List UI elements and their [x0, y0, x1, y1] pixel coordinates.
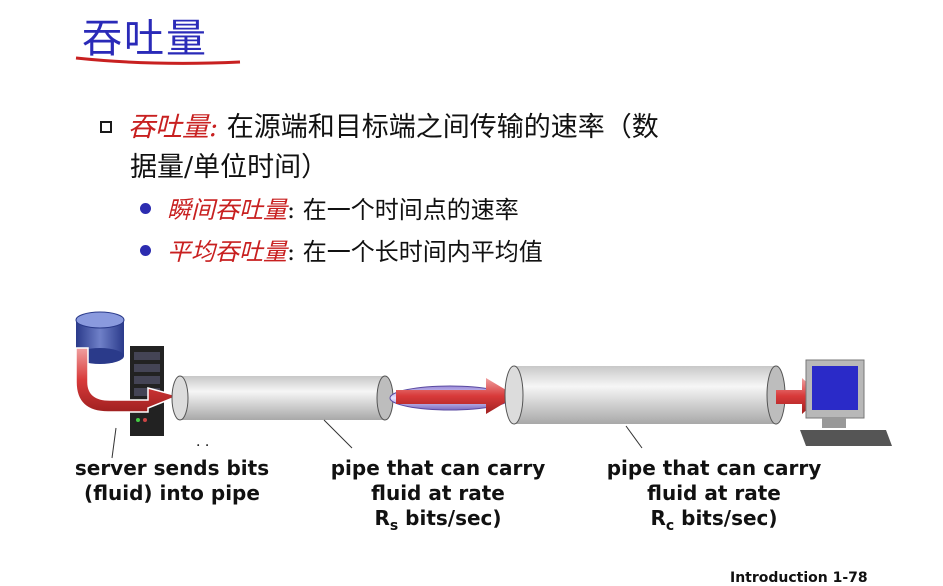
square-bullet-icon: [100, 121, 112, 133]
rate-subscript: s: [389, 518, 399, 534]
caption-pipe-c: pipe that can carry fluid at rate Rc bit…: [594, 456, 834, 539]
caption-server-line1: server sends bits: [74, 456, 270, 480]
computer-monitor-icon: [800, 359, 892, 446]
main-text-line1: 在源端和目标端之间传输的速率（数: [218, 112, 659, 143]
caption-server-line2: (fluid) into pipe: [84, 481, 260, 505]
callout-lines: [111, 419, 643, 459]
caption-server: server sends bits (fluid) into pipe: [72, 456, 272, 506]
main-term: 吞吐量:: [128, 112, 219, 143]
main-text-line2: 据量/单位时间）: [130, 152, 329, 183]
dots: · ·: [196, 438, 209, 454]
caption-pipe-s-line2: fluid at rate: [371, 481, 505, 505]
rate-symbol: R: [650, 506, 666, 530]
title-underline: [75, 56, 241, 65]
rate-subscript: c: [665, 518, 675, 534]
throughput-diagram: · ·: [75, 311, 892, 459]
main-bullet: 吞吐量: 在源端和目标端之间传输的速率（数 据量/单位时间）: [100, 108, 820, 188]
caption-pipe-s-line1: pipe that can carry: [330, 456, 546, 480]
slide-footer: Introduction 1-78: [730, 570, 868, 586]
rate-unit: bits/sec): [398, 506, 502, 530]
sub-term-1: 瞬间吞吐量: [167, 196, 287, 224]
rate-unit: bits/sec): [674, 506, 778, 530]
sub-term-2: 平均吞吐量: [167, 238, 287, 266]
pipe-2: [504, 365, 786, 425]
sub-bullet-1: 瞬间吞吐量: 在一个时间点的速率: [140, 190, 519, 225]
sub-text-2: : 在一个长时间内平均值: [287, 238, 543, 266]
caption-pipe-s-rate: Rs bits/sec): [318, 506, 558, 539]
round-bullet-icon: [140, 203, 151, 214]
rate-symbol: R: [374, 506, 390, 530]
caption-pipe-c-line1: pipe that can carry: [606, 456, 822, 480]
caption-pipe-s: pipe that can carry fluid at rate Rs bit…: [318, 456, 558, 539]
sub-bullet-2: 平均吞吐量: 在一个长时间内平均值: [140, 232, 543, 267]
round-bullet-icon: [140, 245, 151, 256]
caption-pipe-c-line2: fluid at rate: [647, 481, 781, 505]
pipe-1: [171, 375, 394, 421]
caption-pipe-c-rate: Rc bits/sec): [594, 506, 834, 539]
sub-text-1: : 在一个时间点的速率: [287, 196, 519, 224]
